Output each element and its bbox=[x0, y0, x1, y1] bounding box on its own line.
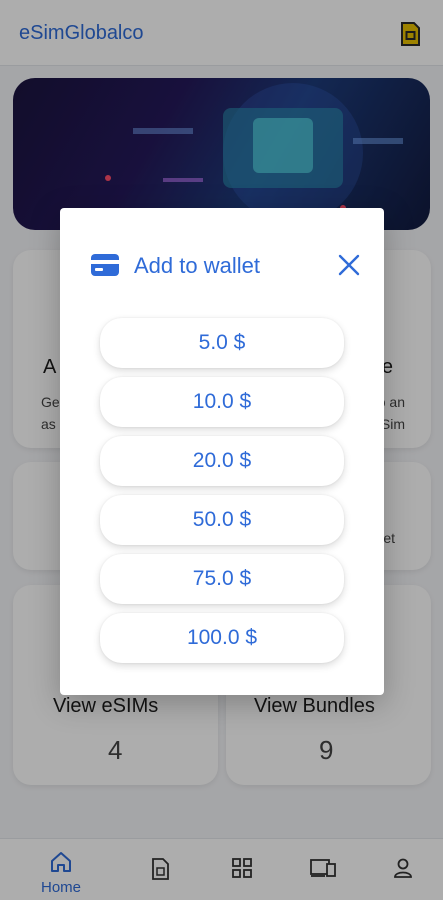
amount-button[interactable]: 5.0 $ bbox=[100, 318, 344, 368]
close-icon[interactable] bbox=[336, 252, 362, 278]
dialog-header: Add to wallet bbox=[90, 250, 362, 282]
dialog-title: Add to wallet bbox=[134, 253, 260, 278]
add-to-wallet-dialog: Add to wallet 5.0 $ 10.0 $ 20.0 $ 50.0 $… bbox=[60, 208, 384, 695]
amount-button[interactable]: 20.0 $ bbox=[100, 436, 344, 486]
amount-button[interactable]: 10.0 $ bbox=[100, 377, 344, 427]
amount-button[interactable]: 75.0 $ bbox=[100, 554, 344, 604]
amount-button[interactable]: 50.0 $ bbox=[100, 495, 344, 545]
amount-button[interactable]: 100.0 $ bbox=[100, 613, 344, 663]
wallet-icon bbox=[90, 253, 120, 277]
amount-options: 5.0 $ 10.0 $ 20.0 $ 50.0 $ 75.0 $ 100.0 … bbox=[100, 318, 344, 672]
